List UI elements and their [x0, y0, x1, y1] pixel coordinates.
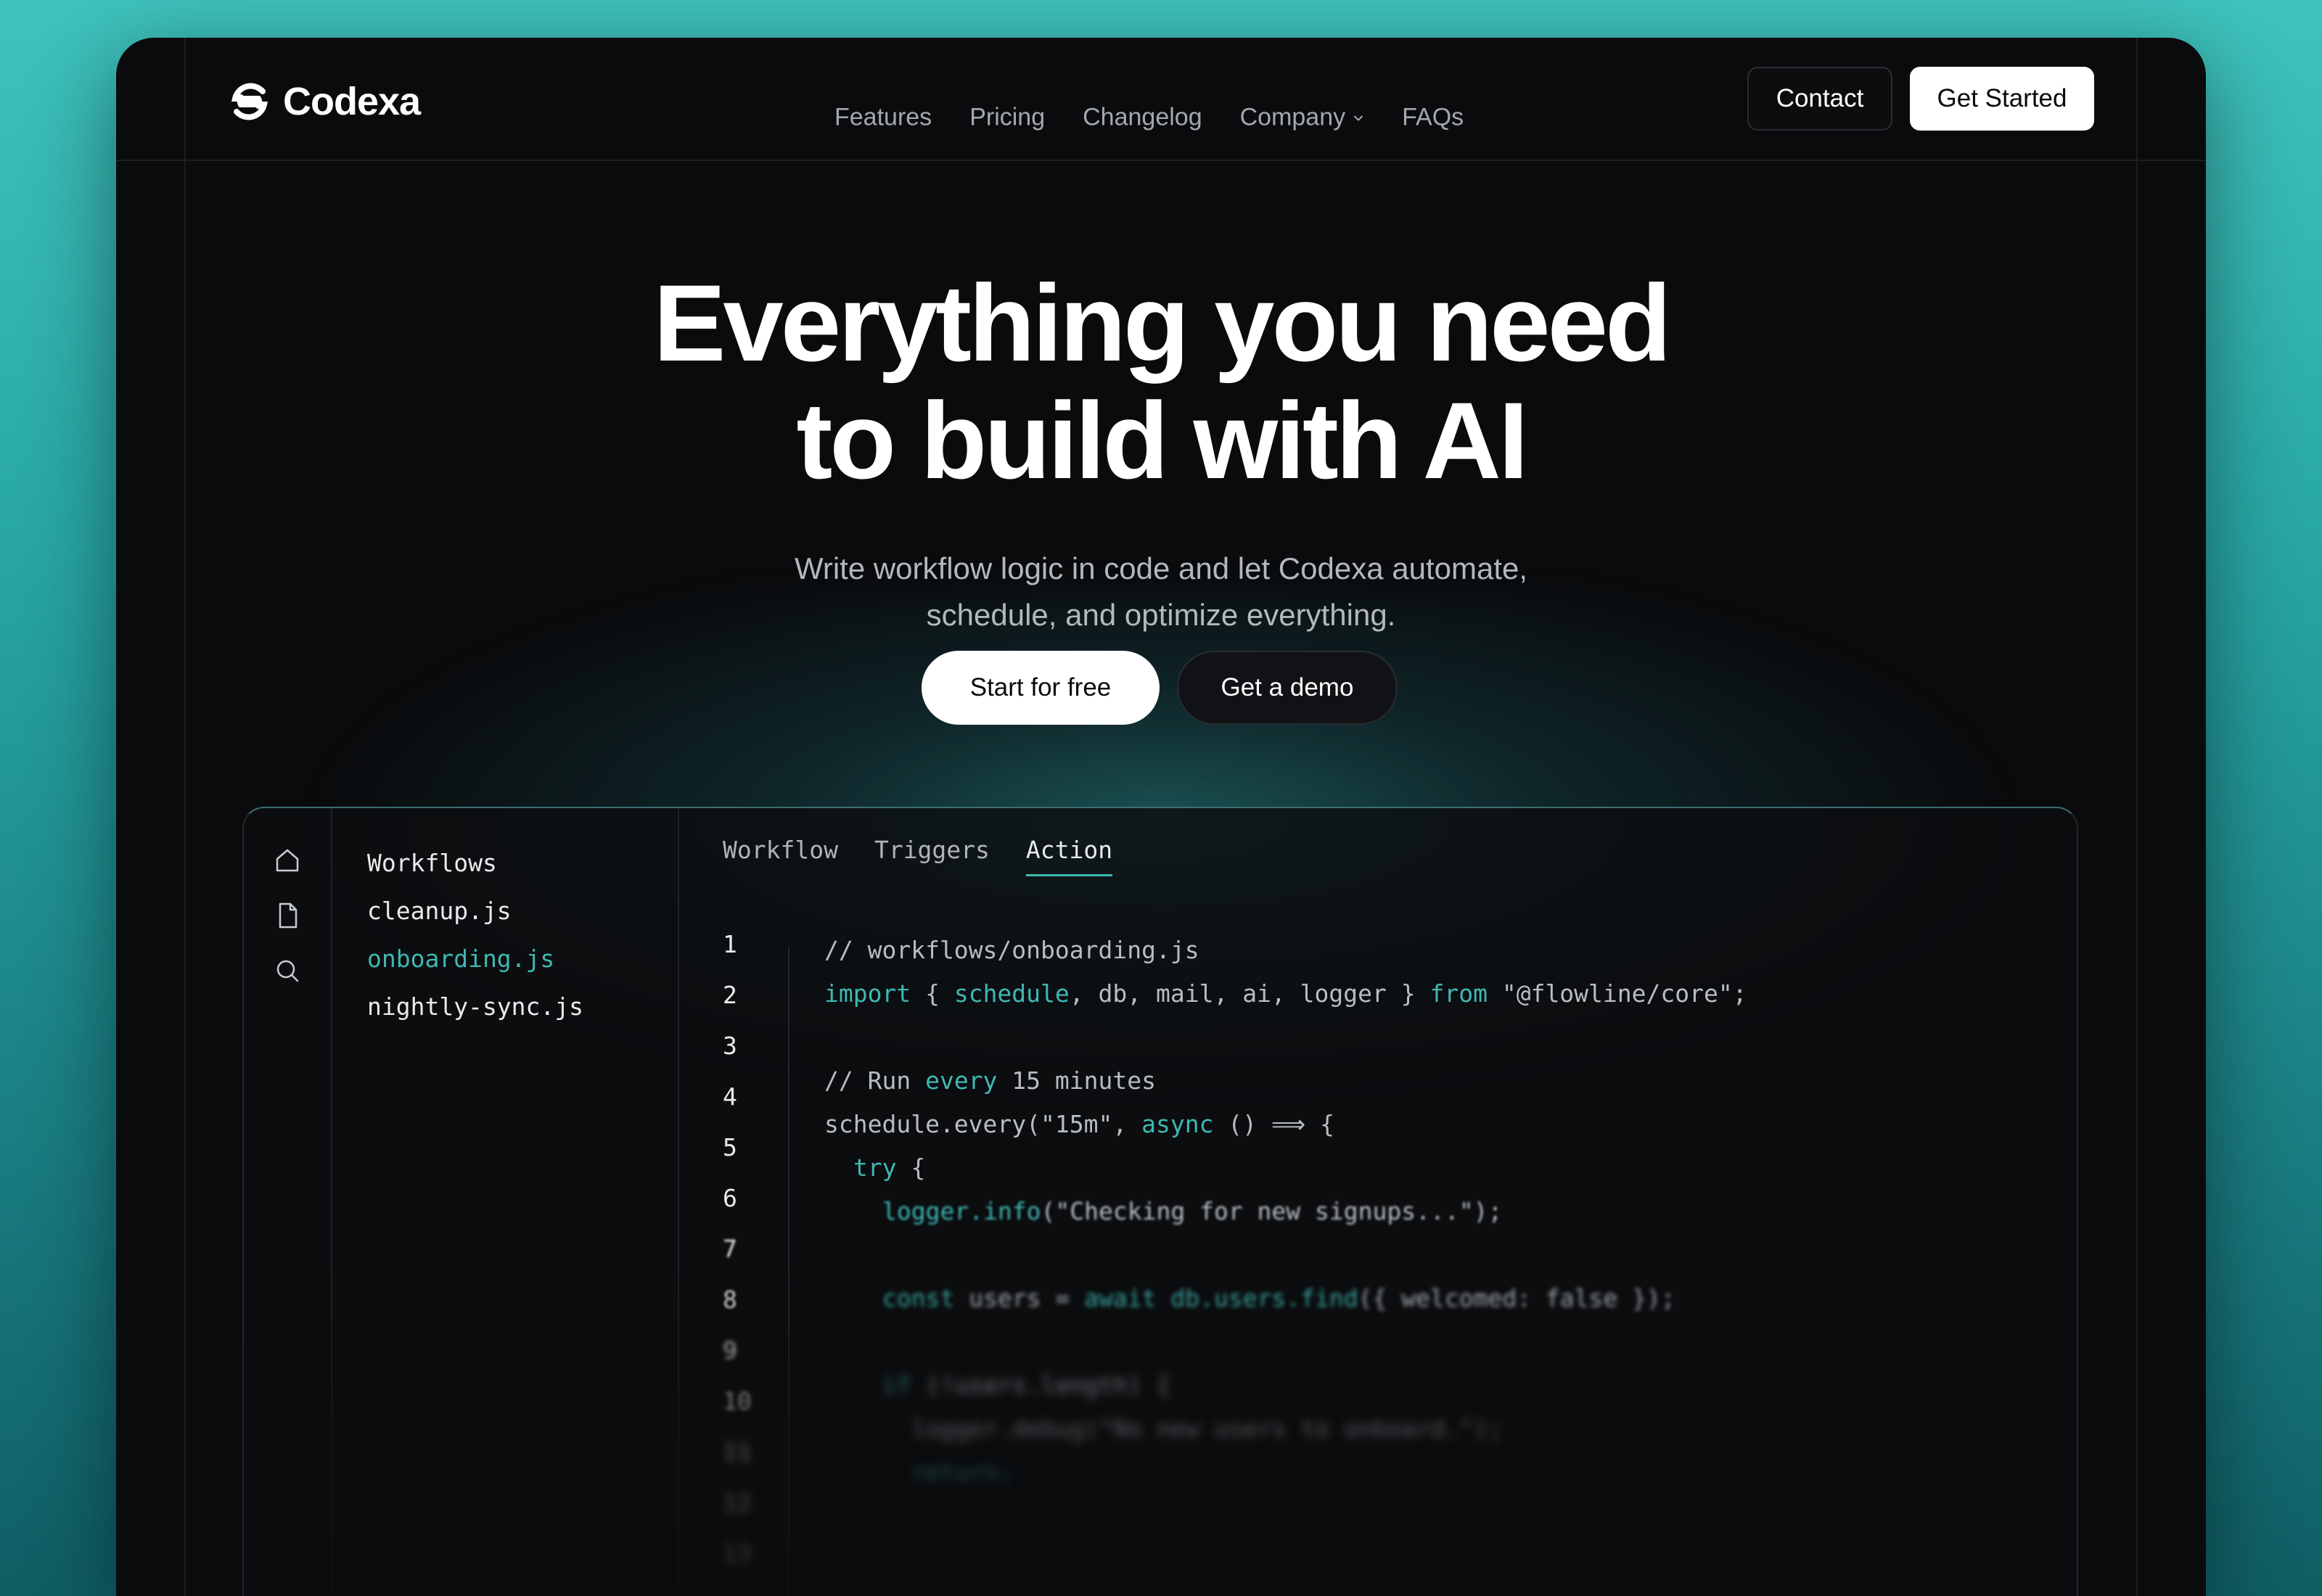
browser-frame: Codexa Features Pricing Changelog Compan…	[116, 38, 2206, 1596]
main-nav: Features Pricing Changelog Company FAQs	[834, 104, 1464, 132]
code-editor-panel: Workflows cleanup.js onboarding.js night…	[242, 807, 2078, 1596]
code-line: const users = await db.users.find({ welc…	[824, 1284, 1675, 1312]
code-text: schedule.every("15m",	[824, 1110, 1142, 1138]
home-icon[interactable]	[273, 846, 302, 875]
code-text: ("Checking for new signups...");	[1041, 1197, 1503, 1225]
line-number: 11	[723, 1438, 752, 1466]
nav-link-features[interactable]: Features	[834, 104, 932, 132]
code-line: try {	[824, 1153, 925, 1182]
line-number: 13	[723, 1539, 752, 1568]
brand-name: Codexa	[283, 80, 421, 123]
file-tree-item[interactable]: nightly-sync.js	[367, 992, 583, 1021]
get-started-button[interactable]: Get Started	[1910, 67, 2094, 131]
code-keyword: return;	[911, 1458, 1013, 1486]
hero-title: Everything you need to build with AI	[116, 264, 2206, 499]
line-number: 5	[723, 1133, 737, 1161]
code-text: {	[911, 979, 954, 1008]
code-keyword: schedule	[953, 979, 1070, 1008]
code-comment: // Run	[824, 1066, 926, 1095]
code-keyword: every	[925, 1066, 998, 1095]
nav-link-company-label: Company	[1239, 103, 1346, 131]
code-keyword: async	[1141, 1110, 1214, 1138]
file-tree-folder-workflows[interactable]: Workflows	[367, 849, 497, 877]
code-keyword: try	[853, 1153, 897, 1182]
get-a-demo-button[interactable]: Get a demo	[1177, 651, 1398, 725]
hero-subtitle-line: Write workflow logic in code and let Cod…	[794, 551, 1528, 585]
nav-link-changelog[interactable]: Changelog	[1083, 104, 1202, 132]
code-line: schedule.every("15m", async () ⟹ {	[824, 1110, 1334, 1138]
line-number: 3	[723, 1032, 737, 1060]
line-number: 12	[723, 1489, 752, 1517]
hero-subtitle: Write workflow logic in code and let Cod…	[116, 546, 2206, 638]
code-text: users =	[954, 1284, 1085, 1312]
code-keyword: const	[882, 1284, 955, 1312]
code-text: logger.debug("No new users to onboard.")…	[911, 1415, 1503, 1443]
nav-link-company[interactable]: Company	[1240, 104, 1365, 132]
code-keyword: logger.info	[882, 1197, 1041, 1225]
nav-link-pricing[interactable]: Pricing	[969, 104, 1045, 132]
line-number: 9	[723, 1336, 737, 1365]
brand-logo[interactable]: Codexa	[226, 75, 421, 128]
line-number: 8	[723, 1286, 737, 1314]
tab-triggers[interactable]: Triggers	[874, 836, 990, 876]
code-keyword: from	[1429, 979, 1488, 1008]
header-divider	[116, 160, 2206, 161]
code-text: , db, mail, ai, logger }	[1069, 979, 1430, 1008]
code-keyword: import	[824, 979, 911, 1008]
hero-title-line: to build with AI	[796, 379, 1528, 501]
code-text: ({ welcomed: false });	[1358, 1284, 1675, 1312]
gutter-divider	[788, 946, 789, 1596]
code-line: logger.info("Checking for new signups...…	[824, 1197, 1502, 1225]
chevron-down-icon	[1354, 115, 1363, 120]
file-icon[interactable]	[273, 901, 302, 930]
line-number: 7	[723, 1235, 737, 1263]
file-tree-item[interactable]: cleanup.js	[367, 897, 512, 925]
code-line: logger.debug("No new users to onboard.")…	[824, 1415, 1503, 1443]
hero-title-line: Everything you need	[653, 262, 1671, 384]
line-number: 10	[723, 1387, 752, 1415]
code-line: return;	[824, 1458, 1012, 1486]
code-line: import { schedule, db, mail, ai, logger …	[824, 979, 1747, 1008]
tab-action[interactable]: Action	[1025, 836, 1113, 876]
code-text: {	[896, 1153, 926, 1182]
line-number: 2	[723, 981, 737, 1009]
code-comment: // workflows/onboarding.js	[824, 936, 1199, 964]
code-line: // Run every 15 minutes	[824, 1066, 1156, 1095]
codexa-logo-icon	[231, 83, 268, 120]
code-text: (!users.length) {	[911, 1371, 1171, 1399]
start-for-free-button[interactable]: Start for free	[922, 651, 1160, 725]
code-line: // workflows/onboarding.js	[824, 936, 1199, 964]
code-line: if (!users.length) {	[824, 1371, 1170, 1399]
contact-button[interactable]: Contact	[1747, 67, 1892, 131]
line-number: 6	[723, 1184, 737, 1212]
code-comment: 15 minutes	[997, 1066, 1156, 1095]
editor-tabs: Workflow Triggers Action	[723, 836, 1113, 876]
line-number: 4	[723, 1082, 737, 1111]
code-text: () ⟹ {	[1213, 1110, 1334, 1138]
nav-link-faqs[interactable]: FAQs	[1402, 104, 1464, 132]
file-tree: Workflows cleanup.js onboarding.js night…	[332, 808, 679, 1596]
code-keyword: if	[882, 1371, 911, 1399]
code-keyword: await db.users.find	[1084, 1284, 1358, 1312]
tab-workflow[interactable]: Workflow	[723, 836, 838, 876]
editor-icon-rail	[244, 808, 332, 1596]
hero-subtitle-line: schedule, and optimize everything.	[926, 598, 1396, 632]
code-text: "@flowline/core";	[1487, 979, 1747, 1008]
line-number: 1	[723, 930, 737, 958]
file-tree-item-active[interactable]: onboarding.js	[367, 945, 554, 973]
search-icon[interactable]	[273, 956, 302, 985]
